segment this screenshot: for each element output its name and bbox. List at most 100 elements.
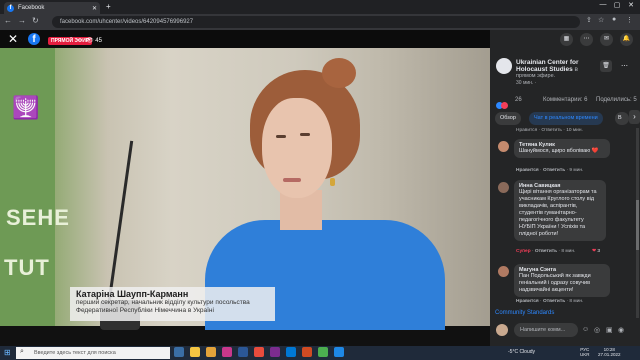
viewer-count: 👁 45 <box>86 37 102 44</box>
post-time: 30 мин. · <box>516 80 537 86</box>
page-name[interactable]: Ukrainian Center for Holocaust Studies в <box>516 59 596 73</box>
comment-text: Щирі вітання організаторам та учасникам … <box>519 189 597 237</box>
comment-like-link[interactable]: Супер <box>516 249 531 254</box>
comment-reply-link[interactable]: Ответить <box>543 168 565 173</box>
comment-time: 9 мин. <box>569 168 584 173</box>
comment-like-link[interactable]: Нравится <box>516 299 539 304</box>
speaker-mouth <box>283 178 301 182</box>
comment-time: 8 мин. <box>561 249 576 254</box>
community-standards-link[interactable]: Community Standards <box>495 310 554 316</box>
app-icon-1[interactable] <box>222 347 232 357</box>
close-tab-icon[interactable]: ✕ <box>92 5 97 12</box>
app-icon-3[interactable] <box>286 347 296 357</box>
post-subtitle: прямом эфире. <box>516 73 556 79</box>
scrollbar-thumb[interactable] <box>636 200 639 250</box>
gif-icon[interactable]: ▣ <box>606 326 613 334</box>
file-explorer-icon[interactable] <box>206 347 216 357</box>
love-reaction-icon <box>501 102 508 109</box>
comment-meta: Нравится · Ответить · 8 мин. <box>516 299 584 304</box>
weather-widget[interactable]: -5°C Cloudy <box>508 349 535 355</box>
speaker-eye-right <box>300 133 310 136</box>
language-line-2: UKR <box>580 352 590 357</box>
emoji-icon[interactable]: ☺ <box>582 326 589 333</box>
comment-bubble: Тетяна Кулик Шануймося, щиро вболіваю ❤️ <box>514 139 610 158</box>
comment-avatar[interactable] <box>498 182 509 193</box>
comment-input[interactable]: Напишите комм... <box>514 323 578 337</box>
shares-count[interactable]: Поделились: 5 <box>596 97 637 103</box>
forward-icon[interactable]: → <box>18 16 26 25</box>
app-icon-5[interactable] <box>318 347 328 357</box>
page-avatar[interactable] <box>496 58 512 74</box>
more-options-icon[interactable]: ⋯ <box>621 62 628 70</box>
page-name-text[interactable]: Ukrainian Center for Holocaust Studies <box>516 59 579 73</box>
comment-avatar[interactable] <box>498 266 509 277</box>
language-indicator[interactable]: РУС UKR <box>580 347 590 357</box>
reactions-count[interactable]: 26 <box>515 97 522 103</box>
comment-meta: Супер · Ответить · 8 мин. <box>516 249 576 254</box>
comment-reply-link[interactable]: Ответить <box>543 299 565 304</box>
taskbar-search-input[interactable]: Введите здесь текст для поиска <box>16 347 170 359</box>
clock-date: 27.01.2022 <box>598 352 621 357</box>
search-icon: ⌕ <box>20 348 24 355</box>
menu-icon[interactable]: ⋯ <box>580 33 593 46</box>
app-icon-6[interactable] <box>334 347 344 357</box>
comment-reply-link[interactable]: Ответить <box>535 249 557 254</box>
minimize-window-icon[interactable]: — <box>596 1 610 8</box>
messenger-icon[interactable]: ✉ <box>600 33 613 46</box>
comment-meta: Нравится · Ответить · 9 мин. <box>516 168 584 173</box>
comments-count[interactable]: Комментарии: 6 <box>543 97 587 103</box>
heart-reaction-icon: ❤ <box>592 249 597 254</box>
comment-reaction-count[interactable]: ❤ 3 <box>592 249 600 254</box>
reload-icon[interactable]: ↻ <box>32 16 39 25</box>
facebook-favicon-icon: f <box>7 4 14 12</box>
pdf-icon[interactable] <box>254 347 264 357</box>
profile-icon[interactable]: ● <box>612 16 616 23</box>
browser-tab-title: Facebook <box>18 5 45 11</box>
word-icon[interactable] <box>238 347 248 357</box>
comment-bubble: Магуна Сэнта Пан Подольський як завжди г… <box>514 264 610 297</box>
speaker-role-line-1: перший секретар, начальник відділу культ… <box>76 299 250 306</box>
comment-text: Пан Подольський як завжди геніальний і о… <box>519 273 591 293</box>
windows-start-icon[interactable]: ⊞ <box>4 348 11 357</box>
speaker-name: Катаріна Шаупп-Карманн <box>76 289 189 299</box>
bookmark-star-icon[interactable]: ☆ <box>598 16 604 24</box>
comment-text: Шануймося, щиро вболіваю ❤️ <box>519 148 599 154</box>
previous-comment-meta[interactable]: Нравится · Ответить · 10 мин. <box>516 128 583 133</box>
eye-icon: 👁 <box>86 38 94 44</box>
speaker-eye-left <box>276 135 286 138</box>
menorah-logo-icon: 🕎 <box>12 95 40 120</box>
share-icon[interactable]: ⇪ <box>586 16 592 24</box>
browser-tab[interactable]: f Facebook ✕ <box>4 2 100 14</box>
maximize-window-icon[interactable]: ▢ <box>610 1 624 9</box>
comment-reaction-count-value: 3 <box>597 249 601 254</box>
comment-bubble: Инна Савицкая Щирі вітання організаторам… <box>514 180 606 241</box>
back-icon[interactable]: ← <box>4 16 12 25</box>
close-video-icon[interactable]: ✕ <box>8 32 18 46</box>
my-avatar <box>496 324 508 336</box>
camera-icon[interactable]: ◎ <box>594 326 600 334</box>
new-tab-button[interactable]: + <box>106 2 111 11</box>
chrome-icon[interactable] <box>190 347 200 357</box>
facebook-logo-icon[interactable]: f <box>28 33 40 45</box>
page-name-suffix: в <box>574 66 578 73</box>
tab-live-chat[interactable]: Чат в реальном времени <box>529 112 603 125</box>
browser-menu-icon[interactable]: ⋮ <box>626 16 633 24</box>
chevron-right-icon[interactable]: › <box>629 110 640 124</box>
comment-like-link[interactable]: Нравится <box>516 168 539 173</box>
backdrop-text-2: TUT <box>4 255 50 280</box>
notifications-bell-icon[interactable]: 🔔 <box>620 33 633 46</box>
taskbar-clock[interactable]: 10:28 27.01.2022 <box>598 347 621 357</box>
address-bar[interactable]: facebook.com/uhcenter/videos/64209457699… <box>52 16 580 28</box>
close-window-icon[interactable]: ✕ <box>624 1 638 9</box>
sticker-icon[interactable]: ◉ <box>618 326 624 334</box>
tab-overview[interactable]: Обзор <box>495 112 521 125</box>
task-view-icon[interactable] <box>174 347 184 357</box>
speaker-hair-bun <box>322 58 356 88</box>
comment-time: 8 мин. <box>569 299 584 304</box>
tab-more[interactable]: В <box>615 112 629 125</box>
save-post-icon[interactable]: 🗑 <box>600 60 612 72</box>
app-icon-4[interactable] <box>302 347 312 357</box>
menu-grid-icon[interactable]: ▦ <box>560 33 573 46</box>
app-icon-2[interactable] <box>270 347 280 357</box>
comment-avatar[interactable] <box>498 141 509 152</box>
